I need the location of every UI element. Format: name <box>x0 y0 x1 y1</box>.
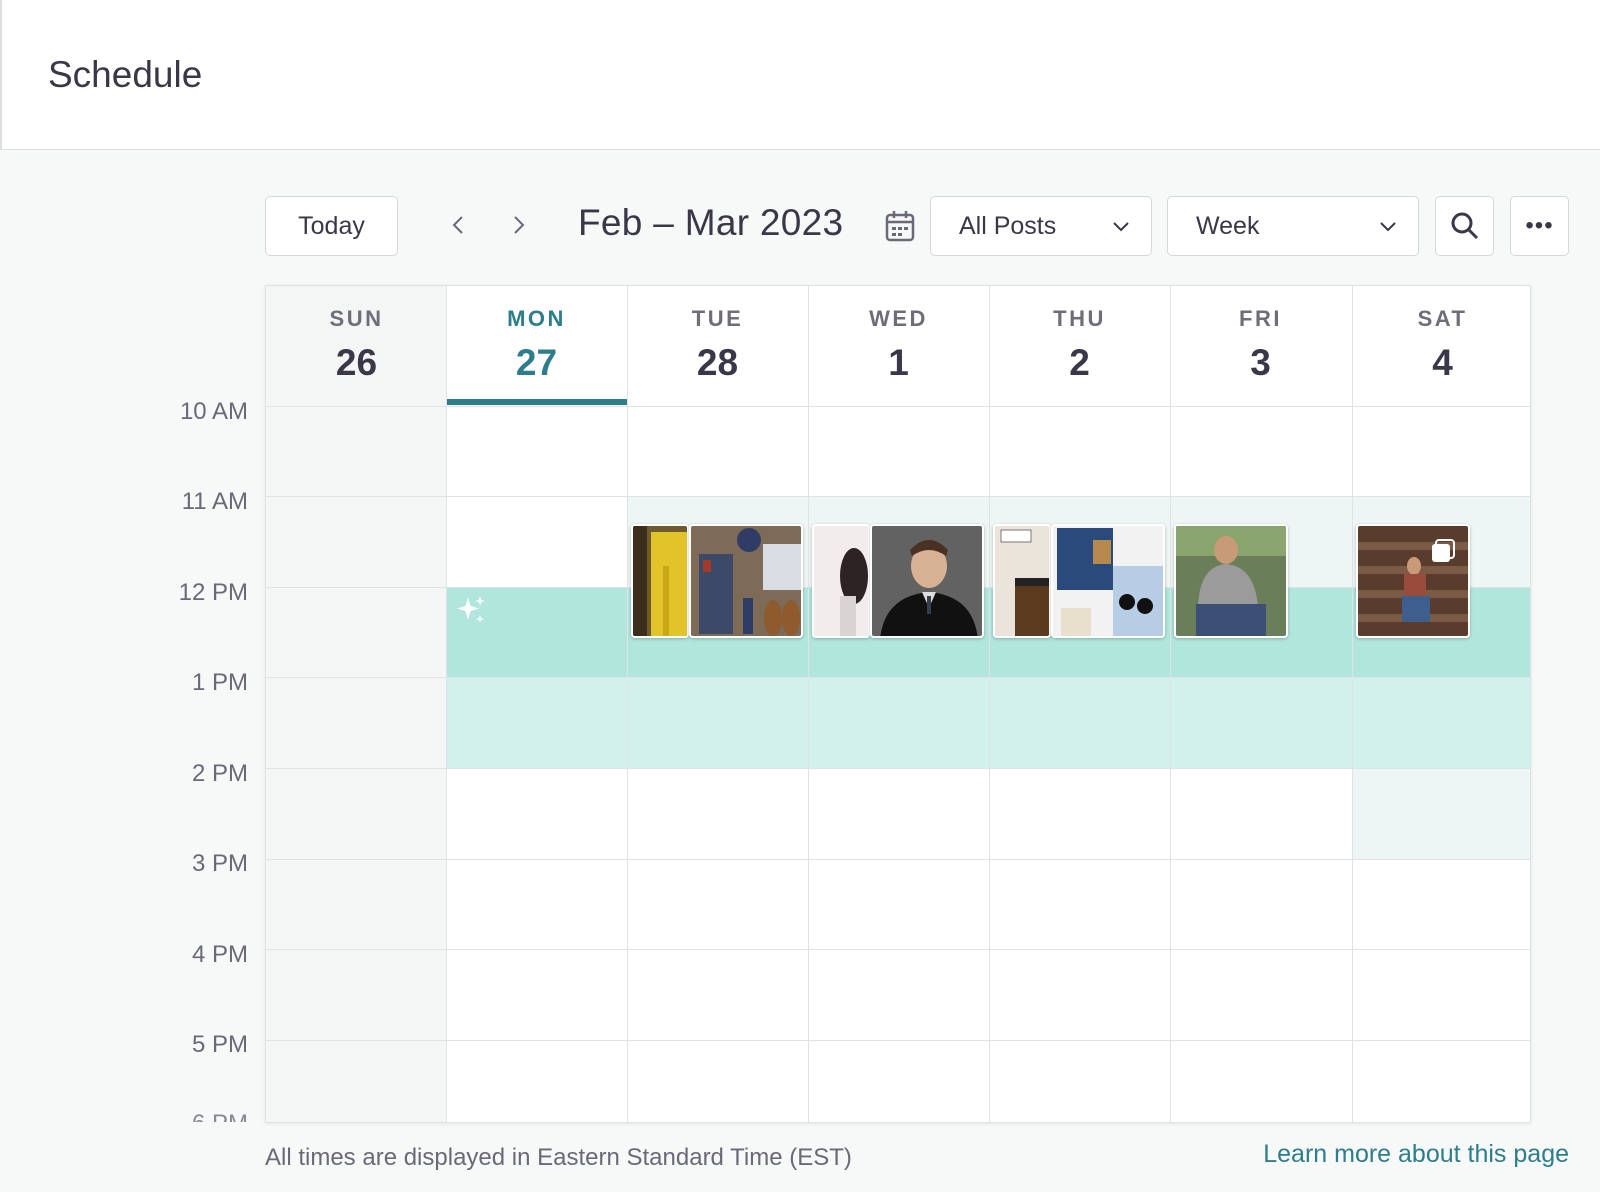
day-name: SUN <box>329 306 384 331</box>
time-label-partial: 6 PM <box>48 1110 248 1122</box>
week-calendar-grid: SUN 26 MON 27 TUE 28 WED 1 THU 2 FRI 3 S… <box>265 285 1531 1123</box>
scheduled-post-thumbnail[interactable] <box>1356 524 1470 638</box>
row-divider <box>266 406 1530 407</box>
time-label: 5 PM <box>191 1031 248 1058</box>
day-header-mon[interactable]: MON 27 <box>446 286 627 406</box>
day-number: 28 <box>696 342 739 383</box>
row-divider <box>266 859 1530 860</box>
timezone-note: All times are displayed in Eastern Stand… <box>265 1144 852 1171</box>
time-label: 12 PM <box>178 579 248 606</box>
column-divider <box>446 286 447 1122</box>
post-image-minimal-fashion <box>814 526 868 636</box>
row-divider <box>266 768 1530 769</box>
time-label: 3 PM <box>191 850 248 877</box>
day-name: WED <box>869 306 928 331</box>
day-number: 27 <box>515 342 558 383</box>
scheduled-post-thumbnail[interactable] <box>993 524 1051 638</box>
sparkle-icon[interactable] <box>456 594 488 626</box>
scheduled-post-thumbnail[interactable] <box>1174 524 1288 638</box>
day-name: TUE <box>691 306 744 331</box>
day-header-tue[interactable]: TUE 28 <box>627 286 808 406</box>
search-icon <box>1451 212 1478 240</box>
more-icon: ••• <box>1525 212 1554 239</box>
post-image-yellow-coat <box>633 526 687 636</box>
day-header-thu[interactable]: THU 2 <box>989 286 1170 406</box>
today-button[interactable]: Today <box>265 196 398 256</box>
time-label: 4 PM <box>191 941 248 968</box>
date-range-title: Feb – Mar 2023 <box>578 202 844 243</box>
column-divider <box>808 286 809 1122</box>
day-header-wed[interactable]: WED 1 <box>808 286 989 406</box>
day-number: 2 <box>1069 342 1090 383</box>
day-number: 26 <box>335 342 378 383</box>
row-divider <box>266 677 1530 678</box>
row-divider <box>266 1040 1530 1041</box>
post-image-man-sweater <box>872 526 982 636</box>
time-label: 2 PM <box>191 760 248 787</box>
row-divider <box>266 949 1530 950</box>
multi-image-icon <box>1432 539 1455 562</box>
day-number: 3 <box>1250 342 1271 383</box>
chevron-down-icon <box>1380 222 1396 232</box>
page-title: Schedule <box>48 54 203 95</box>
chevron-left-icon[interactable] <box>444 210 474 240</box>
post-image-product-jar <box>995 526 1049 636</box>
scheduled-post-thumbnail[interactable] <box>631 524 689 638</box>
scheduled-post-thumbnail[interactable] <box>812 524 870 638</box>
day-name: THU <box>1053 306 1106 331</box>
page-header: Schedule <box>0 0 1600 150</box>
view-mode-value: Week <box>1196 211 1260 240</box>
time-label: 10 AM <box>179 398 248 425</box>
current-day-indicator <box>446 399 627 405</box>
post-image-man-tshirt <box>1176 526 1286 636</box>
post-image-denim-flatlay <box>1053 526 1163 636</box>
scheduled-post-thumbnail[interactable] <box>689 524 803 638</box>
scheduled-post-thumbnail[interactable] <box>870 524 984 638</box>
day-number: 1 <box>888 342 909 383</box>
day-header-sun[interactable]: SUN 26 <box>266 286 447 406</box>
time-label: 11 AM <box>181 488 248 515</box>
scheduled-post-thumbnail[interactable] <box>1051 524 1165 638</box>
sunday-column <box>266 286 446 1122</box>
chevron-down-icon <box>1113 222 1129 232</box>
post-filter-value: All Posts <box>959 211 1057 240</box>
post-image-flatlay-outfit <box>691 526 801 636</box>
chevron-right-icon[interactable] <box>503 210 533 240</box>
search-button[interactable] <box>1435 196 1494 256</box>
day-number: 4 <box>1432 342 1453 383</box>
learn-more-link[interactable]: Learn more about this page <box>1263 1140 1569 1169</box>
calendar-icon[interactable] <box>884 209 916 243</box>
row-divider <box>266 496 1530 497</box>
column-divider <box>1170 286 1171 1122</box>
more-button[interactable]: ••• <box>1510 196 1569 256</box>
column-divider <box>989 286 990 1122</box>
column-divider <box>1352 286 1353 1122</box>
day-header-fri[interactable]: FRI 3 <box>1170 286 1351 406</box>
view-mode-dropdown[interactable]: Week <box>1167 196 1419 256</box>
time-slot-light[interactable] <box>1352 768 1530 859</box>
day-name: SAT <box>1417 306 1468 331</box>
post-filter-dropdown[interactable]: All Posts <box>930 196 1152 256</box>
day-name: FRI <box>1239 306 1282 331</box>
column-divider <box>627 286 628 1122</box>
day-name: MON <box>507 306 566 331</box>
day-header-sat[interactable]: SAT 4 <box>1352 286 1530 406</box>
time-label: 1 PM <box>191 669 248 696</box>
